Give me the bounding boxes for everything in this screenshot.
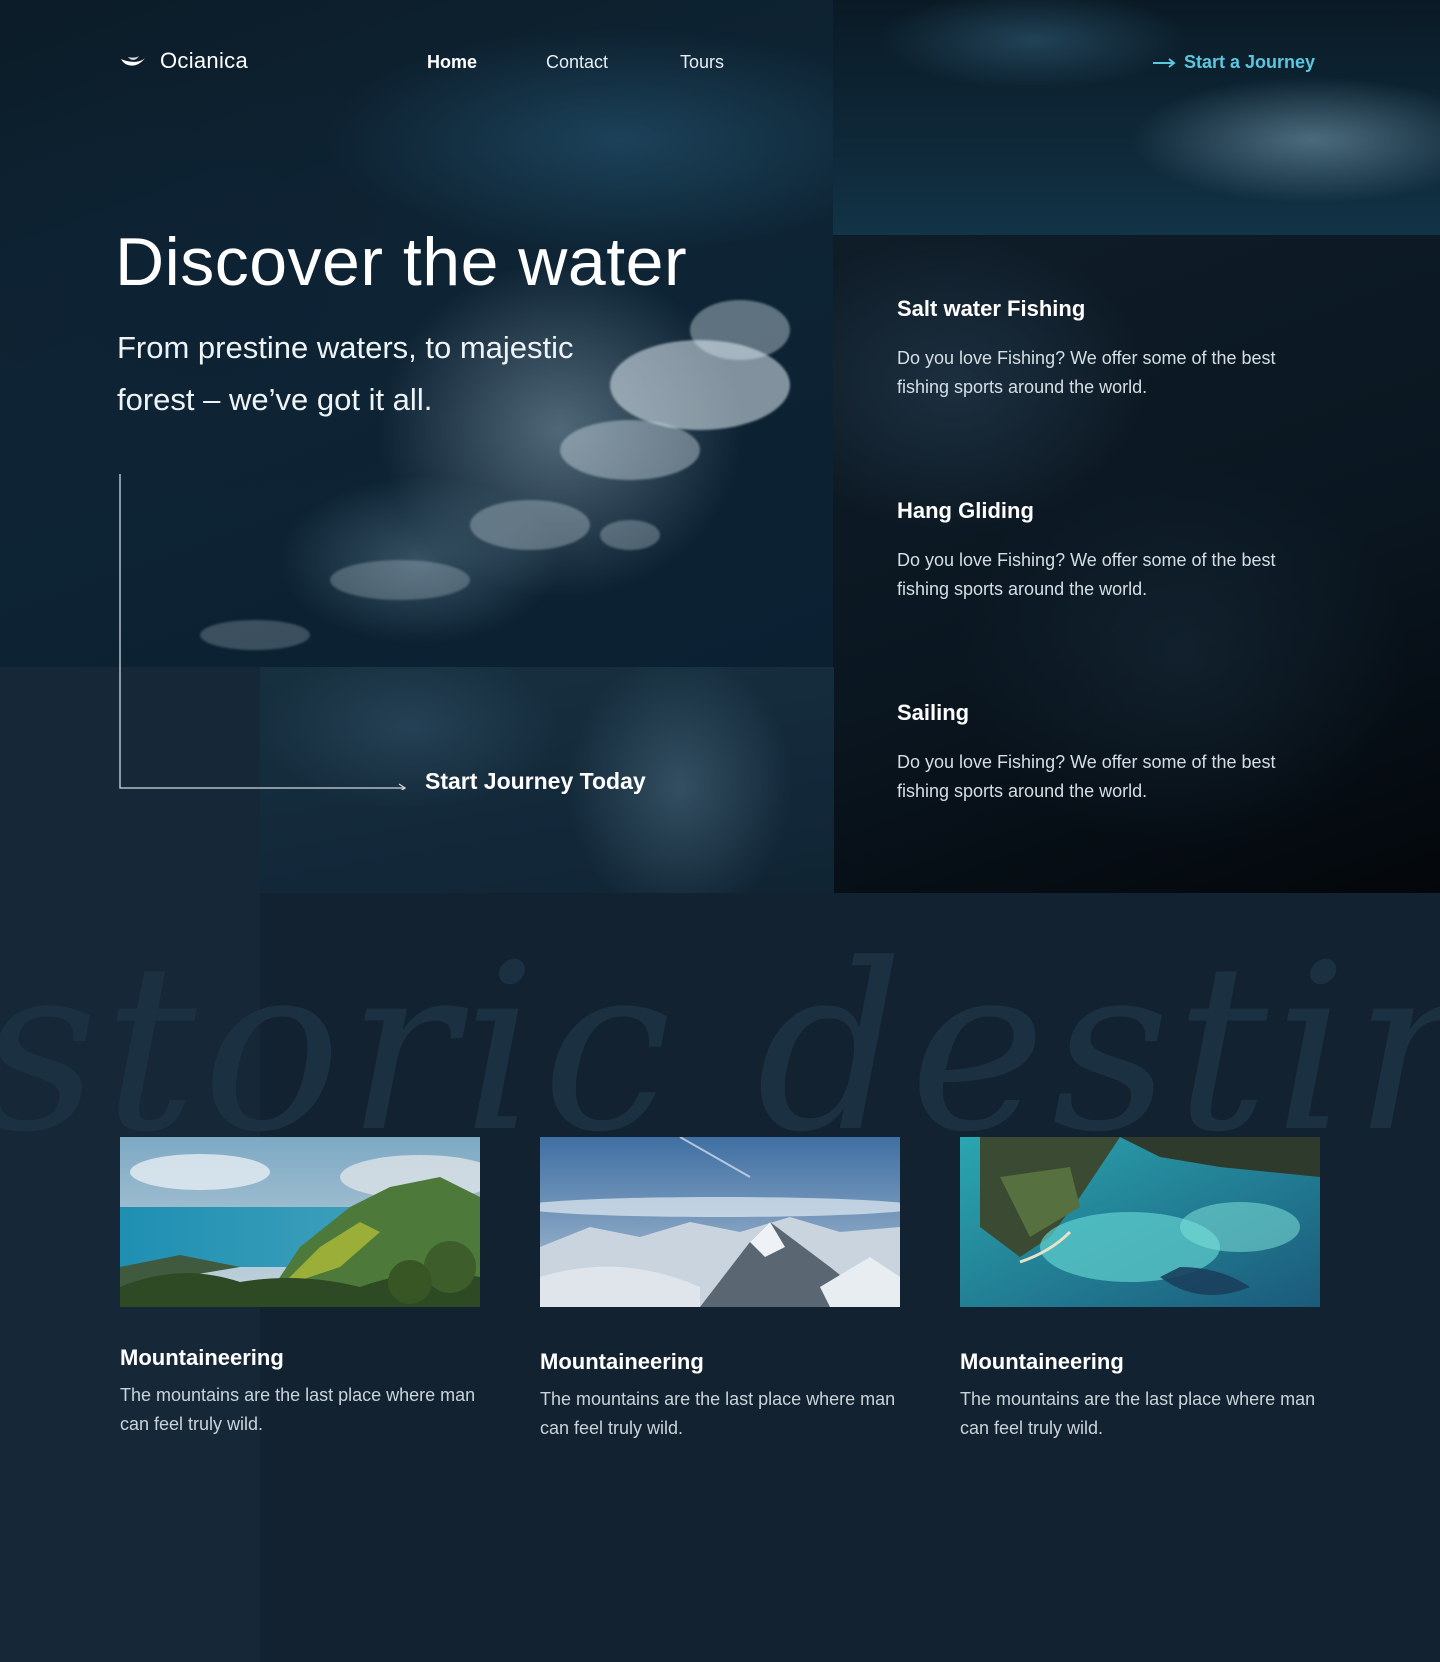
service-hang-gliding: Hang Gliding Do you love Fishing? We off… — [897, 498, 1317, 604]
service-salt-water-fishing: Salt water Fishing Do you love Fishing? … — [897, 296, 1317, 402]
card-description: The mountains are the last place where m… — [120, 1385, 476, 1434]
crescent-wave-icon — [121, 56, 145, 66]
card-title: Mountaineering — [960, 1349, 1124, 1374]
card-title: Mountaineering — [540, 1349, 704, 1374]
green-coastal-mountains-photo — [120, 1137, 480, 1307]
service-description: Do you love Fishing? We offer some of th… — [897, 348, 1276, 397]
start-journey-nav-button[interactable]: Start a Journey — [1152, 52, 1315, 73]
destination-card[interactable]: Mountaineering The mountains are the las… — [960, 1137, 1320, 1443]
brand-logo[interactable]: Ocianica — [120, 48, 248, 74]
destination-card[interactable]: Mountaineering The mountains are the las… — [120, 1137, 480, 1439]
service-description: Do you love Fishing? We offer some of th… — [897, 752, 1276, 801]
destination-card[interactable]: Mountaineering The mountains are the las… — [540, 1137, 900, 1443]
section-watermark-text: storic destinat — [0, 930, 1440, 1170]
island-lagoon-aerial-photo — [960, 1137, 1320, 1307]
nav-home[interactable]: Home — [427, 52, 477, 73]
brand-name: Ocianica — [160, 48, 248, 73]
nav-contact[interactable]: Contact — [546, 52, 608, 73]
card-description: The mountains are the last place where m… — [960, 1389, 1316, 1438]
decorative-elbow-arrow — [119, 474, 407, 790]
service-title: Sailing — [897, 700, 970, 725]
nav-tours[interactable]: Tours — [680, 52, 724, 73]
service-title: Hang Gliding — [897, 498, 1034, 523]
arrow-right-icon — [1153, 57, 1176, 68]
service-sailing: Sailing Do you love Fishing? We offer so… — [897, 700, 1317, 806]
card-description: The mountains are the last place where m… — [540, 1389, 896, 1438]
hero-title: Discover the water — [115, 224, 688, 300]
card-title: Mountaineering — [120, 1345, 284, 1370]
snowy-peaks-photo — [540, 1137, 900, 1307]
ocean-waves-strip — [833, 0, 1440, 235]
service-title: Salt water Fishing — [897, 296, 1086, 321]
service-description: Do you love Fishing? We offer some of th… — [897, 550, 1276, 599]
start-journey-nav-label: Start a Journey — [1184, 52, 1316, 72]
hero-subtitle: From prestine waters, to majestic forest… — [117, 330, 574, 417]
start-journey-today-link[interactable]: Start Journey Today — [425, 768, 646, 795]
